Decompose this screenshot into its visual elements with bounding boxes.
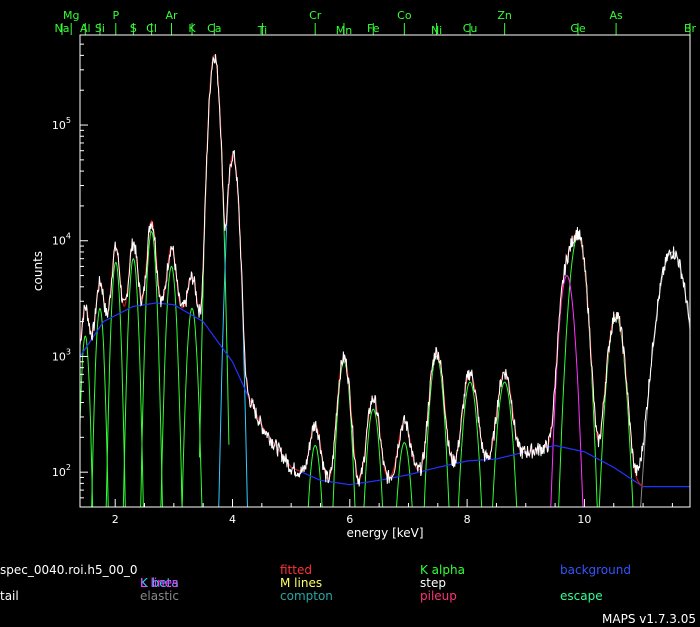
element-marker-label: Si bbox=[95, 22, 105, 35]
legend-item: L lines bbox=[140, 576, 178, 590]
element-marker-label: K bbox=[188, 22, 196, 35]
x-tick-label: 8 bbox=[464, 513, 471, 526]
x-tick-label: 10 bbox=[577, 513, 591, 526]
spectrum-chart: NaMgAl SiPS ClArK Ca TiCrMn FeCoNi CuZnGeAsBr … bbox=[0, 0, 700, 627]
element-marker-label: Cu bbox=[463, 22, 478, 35]
legend-item: K alpha bbox=[420, 563, 465, 577]
element-marker-label: Co bbox=[397, 9, 412, 22]
element-marker-label: As bbox=[609, 9, 623, 22]
element-marker-label: Ca bbox=[207, 22, 221, 35]
legend-item: tail bbox=[0, 589, 19, 603]
element-marker-label: P bbox=[112, 9, 119, 22]
legend-item: fitted bbox=[280, 563, 312, 577]
legend-item: background bbox=[560, 563, 631, 577]
maps-spectrum-window: Na Mg Al Si P S Cl Ar K Ca Ti Cr Mn Fe Co Ni Cu Zn Ge As Br … bbox=[0, 0, 700, 627]
element-marker-label: Ge bbox=[570, 22, 586, 35]
element-marker-label: Cl bbox=[146, 22, 157, 35]
x-tick-label: 6 bbox=[346, 513, 353, 526]
y-axis-label: counts bbox=[31, 251, 45, 291]
element-marker-label: Fe bbox=[367, 22, 380, 35]
x-axis-label: energy [keV] bbox=[346, 526, 423, 540]
legend-item: pileup bbox=[420, 589, 457, 603]
version-label: MAPS v1.7.3.05 bbox=[602, 612, 696, 626]
element-marker-label: Al bbox=[80, 22, 91, 35]
legend-item: M lines bbox=[280, 576, 322, 590]
legend-item: escape bbox=[560, 589, 603, 603]
element-marker-label: Br bbox=[684, 22, 697, 35]
legend-item: step bbox=[420, 576, 446, 590]
x-tick-label: 2 bbox=[112, 513, 119, 526]
legend-item: elastic bbox=[140, 589, 179, 603]
element-marker-label: S bbox=[130, 22, 137, 35]
legend-item: spec_0040.roi.h5_00_0 bbox=[0, 563, 138, 577]
element-marker-label: Mg bbox=[63, 9, 79, 22]
x-tick-label: 4 bbox=[229, 513, 236, 526]
element-marker-label: Zn bbox=[497, 9, 512, 22]
legend-item: compton bbox=[280, 589, 333, 603]
element-marker-label: Cr bbox=[309, 9, 322, 22]
element-marker-label: Ar bbox=[165, 9, 178, 22]
element-marker-label: Na bbox=[55, 22, 70, 35]
